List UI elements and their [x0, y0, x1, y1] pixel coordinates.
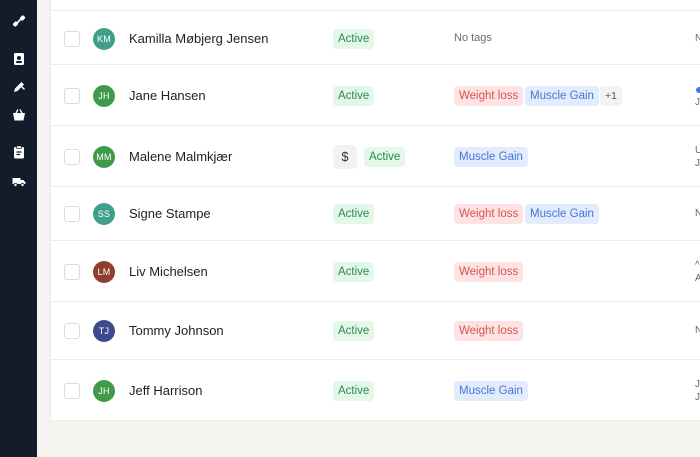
- row-checkbox[interactable]: [64, 323, 80, 339]
- client-name[interactable]: Tommy Johnson: [129, 323, 224, 338]
- more-tags-badge[interactable]: +1: [600, 85, 622, 106]
- pencil-icon[interactable]: [12, 80, 26, 94]
- table-row[interactable]: SS Signe Stampe Active Weight loss Muscle Ga…: [51, 187, 700, 241]
- avatar: LM: [93, 260, 115, 283]
- status-badge: Active: [333, 204, 375, 224]
- row-checkbox[interactable]: [64, 206, 80, 222]
- status-badge: Active: [364, 146, 406, 167]
- truncated-column-subtext: J: [695, 391, 700, 403]
- truncated-column-subtext: A: [695, 272, 700, 284]
- client-name[interactable]: Jane Hansen: [129, 88, 206, 103]
- tag-badge: Weight loss: [454, 204, 524, 224]
- clipboard-icon[interactable]: [12, 145, 26, 159]
- row-checkbox[interactable]: [64, 148, 80, 165]
- row-checkbox[interactable]: [64, 382, 80, 399]
- tag-badge: Muscle Gain: [454, 380, 528, 401]
- status-badge: Active: [333, 28, 375, 49]
- tag-badge: Weight loss: [454, 321, 524, 341]
- avatar: JH: [93, 379, 115, 402]
- truncated-column-text: N: [695, 208, 700, 219]
- tag-badge: Muscle Gain: [525, 204, 599, 224]
- row-checkbox[interactable]: [64, 263, 80, 280]
- tag-badge: Muscle Gain: [454, 146, 528, 167]
- page-background: [37, 0, 50, 457]
- client-name[interactable]: Kamilla Møbjerg Jensen: [129, 31, 268, 46]
- truncated-column-text: U: [695, 144, 700, 156]
- avatar: KM: [93, 27, 115, 50]
- table-row[interactable]: MM Malene Malmkjær $ Active Muscle Gain U J: [51, 126, 700, 187]
- client-list: KM Kamilla Møbjerg Jensen Active No tags N JH…: [50, 0, 700, 421]
- dollar-icon: $: [333, 144, 357, 169]
- avatar: TJ: [93, 320, 115, 342]
- status-badge: Active: [333, 380, 375, 401]
- client-name[interactable]: Malene Malmkjær: [129, 149, 232, 164]
- truncated-column-text: ^: [695, 259, 700, 271]
- truncated-column-text: J: [695, 378, 700, 390]
- row-checkbox[interactable]: [64, 87, 80, 104]
- table-row[interactable]: TJ Tommy Johnson Active Weight loss N: [51, 302, 700, 360]
- client-name[interactable]: Liv Michelsen: [129, 264, 208, 279]
- table-row[interactable]: JH Jane Hansen Active Weight loss Muscle Gai…: [51, 65, 700, 126]
- link-icon[interactable]: [12, 14, 26, 28]
- truncated-column-text: N: [695, 325, 700, 336]
- status-badge: Active: [333, 85, 375, 106]
- basket-icon[interactable]: [12, 108, 26, 122]
- no-tags-label: No tags: [454, 31, 492, 44]
- tag-badge: Weight loss: [454, 261, 524, 282]
- client-name[interactable]: Signe Stampe: [129, 206, 211, 221]
- client-name[interactable]: Jeff Harrison: [129, 383, 202, 398]
- truncated-column-subtext: J: [695, 96, 700, 108]
- avatar: MM: [93, 145, 115, 168]
- tag-badge: Weight loss: [454, 85, 524, 106]
- sidebar: [0, 0, 37, 457]
- avatar: JH: [93, 84, 115, 107]
- status-dot: [696, 86, 700, 93]
- row-checkbox[interactable]: [64, 30, 80, 47]
- table-row[interactable]: KM Kamilla Møbjerg Jensen Active No tags N: [51, 10, 700, 65]
- avatar: SS: [93, 203, 115, 225]
- tag-badge: Muscle Gain: [525, 85, 599, 106]
- contact-book-icon[interactable]: [12, 52, 26, 66]
- truck-icon[interactable]: [12, 174, 26, 188]
- table-row[interactable]: LM Liv Michelsen Active Weight loss ^ A: [51, 241, 700, 302]
- truncated-column-subtext: J: [695, 157, 700, 169]
- status-badge: Active: [333, 321, 375, 341]
- truncated-column-text: N: [695, 32, 700, 44]
- table-row[interactable]: JH Jeff Harrison Active Muscle Gain J J: [51, 360, 700, 421]
- status-badge: Active: [333, 261, 375, 282]
